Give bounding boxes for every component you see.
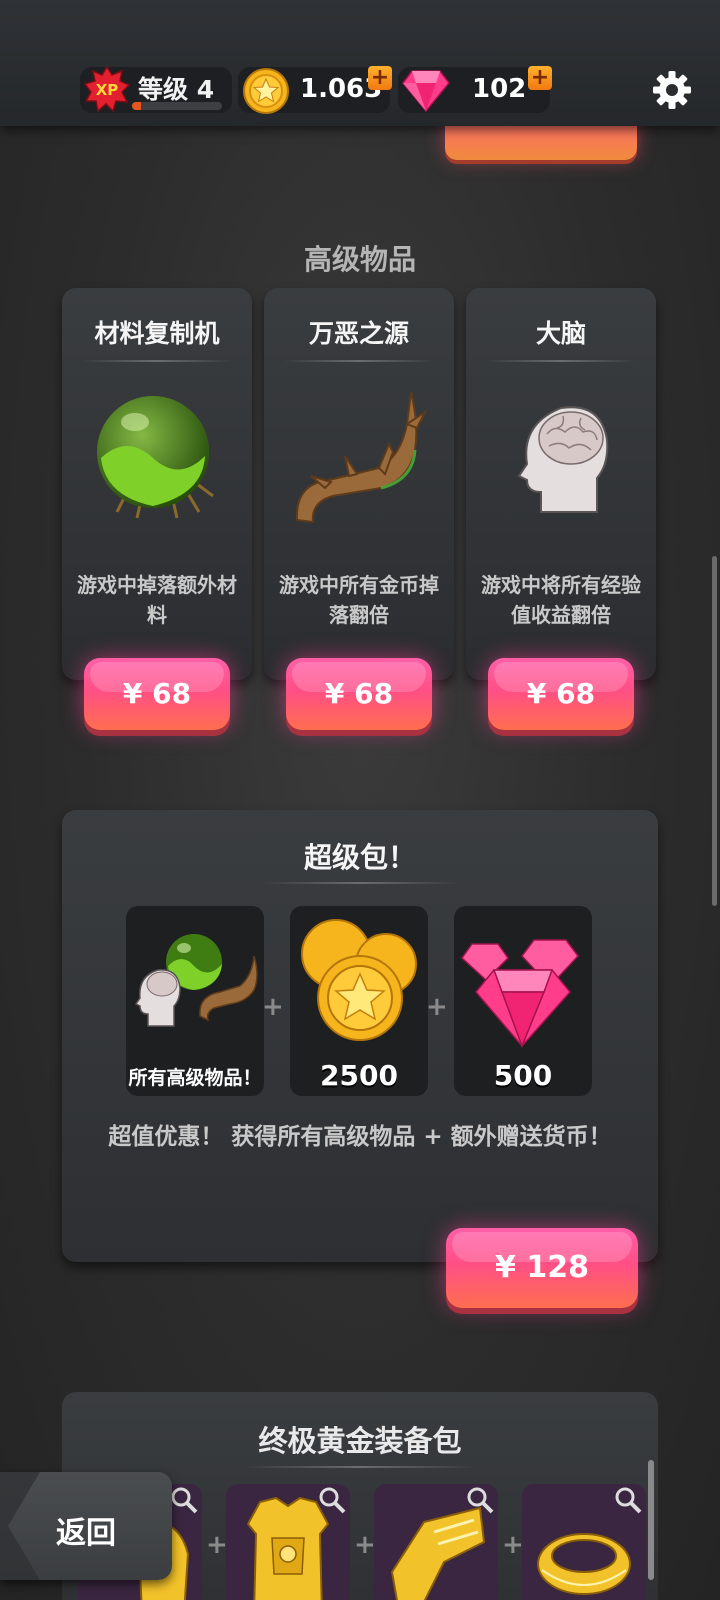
gear-tile[interactable] — [374, 1484, 498, 1600]
magnifier-icon[interactable] — [318, 1486, 346, 1514]
gem-balance: 102 — [472, 74, 527, 104]
level-text: 等级 — [138, 75, 189, 104]
tile-all-premium-items: 所有高级物品！ — [126, 906, 264, 1096]
divider — [242, 1466, 478, 1468]
buy-source-of-evil-button[interactable]: ¥ 68 — [286, 658, 432, 730]
plus-separator: + — [262, 992, 284, 1022]
super-pack-description: 超值优惠！ 获得所有高级物品 + 额外赠送货币！ — [108, 1124, 612, 1150]
price-label: ¥ 68 — [324, 677, 394, 710]
gear-tile[interactable] — [226, 1484, 350, 1600]
card-title: 大脑 — [535, 319, 586, 348]
card-title: 材料复制机 — [94, 319, 220, 348]
premium-card-brain: 大脑 游戏中将所有经验值收益翻倍 — [466, 288, 656, 680]
inner-scrollbar-thumb[interactable] — [648, 1460, 654, 1580]
top-bar: XP 等级 4 1.063 + 102 + — [0, 0, 720, 126]
buy-material-copier-button[interactable]: ¥ 68 — [84, 658, 230, 730]
premium-card-source-of-evil: 万恶之源 游戏中所有金币掉落翻倍 — [264, 288, 454, 680]
plus-separator: + — [354, 1530, 376, 1560]
back-button[interactable]: 返回 — [0, 1472, 172, 1580]
level-progress-fill — [132, 102, 141, 110]
add-gems-button[interactable]: + — [528, 66, 552, 90]
plus-separator: + — [206, 1530, 228, 1560]
svg-text:XP: XP — [96, 81, 119, 99]
price-label: ¥ 68 — [526, 677, 596, 710]
gem-stack-icon — [461, 939, 579, 1049]
level-label: 等级 4 — [138, 70, 214, 106]
star-coin-icon — [243, 68, 289, 114]
tile-coins: 2500 — [290, 906, 428, 1096]
thorn-branch-icon — [295, 391, 428, 524]
gear-tile[interactable] — [522, 1484, 646, 1600]
back-label: 返回 — [56, 1516, 116, 1551]
tile-gems: 500 — [454, 906, 592, 1096]
card-title: 万恶之源 — [308, 319, 409, 348]
plus-separator: + — [426, 992, 448, 1022]
buy-super-pack-button[interactable]: ¥ 128 — [446, 1228, 638, 1308]
divider — [284, 360, 434, 362]
super-pack-card: 超级包！ 所有高级物品！ + 2500 + 500 超值优惠！ 获得所有高级物品… — [62, 810, 658, 1262]
price-label: ¥ 128 — [495, 1250, 589, 1285]
divider — [262, 882, 458, 884]
divider — [486, 360, 636, 362]
brain-head-icon — [517, 406, 609, 513]
coin-count: 2500 — [320, 1059, 398, 1092]
card-description: 游戏中将所有经验值收益翻倍 — [481, 573, 641, 627]
level-progress-bar — [132, 102, 222, 110]
price-label: ¥ 68 — [122, 677, 192, 710]
magnifier-icon[interactable] — [466, 1486, 494, 1514]
xp-badge-icon: XP — [84, 66, 130, 112]
tile-label: 所有高级物品！ — [128, 1067, 262, 1089]
gold-pack-title: 终极黄金装备包 — [258, 1424, 462, 1458]
card-description: 游戏中所有金币掉落翻倍 — [279, 573, 439, 627]
scrollbar-thumb[interactable] — [712, 556, 717, 906]
premium-items-icon — [134, 934, 258, 1027]
level-number: 4 — [196, 75, 215, 104]
coin-stack-icon — [301, 919, 417, 1041]
super-pack-title: 超级包！ — [303, 841, 416, 874]
gold-ring-icon — [537, 1533, 631, 1595]
gear-icon[interactable] — [652, 70, 692, 110]
buy-brain-button[interactable]: ¥ 68 — [488, 658, 634, 730]
divider — [82, 360, 232, 362]
add-coins-button[interactable]: + — [368, 66, 392, 90]
magnifier-icon[interactable] — [170, 1486, 198, 1514]
premium-section-title: 高级物品 — [303, 243, 416, 276]
premium-card-material-copier: 材料复制机 游戏中掉落额外材料 — [62, 288, 252, 680]
gold-gauntlet-icon — [390, 1506, 486, 1600]
card-description: 游戏中掉落额外材料 — [77, 573, 237, 627]
plus-separator: + — [502, 1530, 524, 1560]
green-orb-icon — [97, 396, 214, 519]
pink-gem-icon — [402, 70, 450, 113]
gem-count: 500 — [493, 1059, 553, 1092]
magnifier-icon[interactable] — [614, 1486, 642, 1514]
